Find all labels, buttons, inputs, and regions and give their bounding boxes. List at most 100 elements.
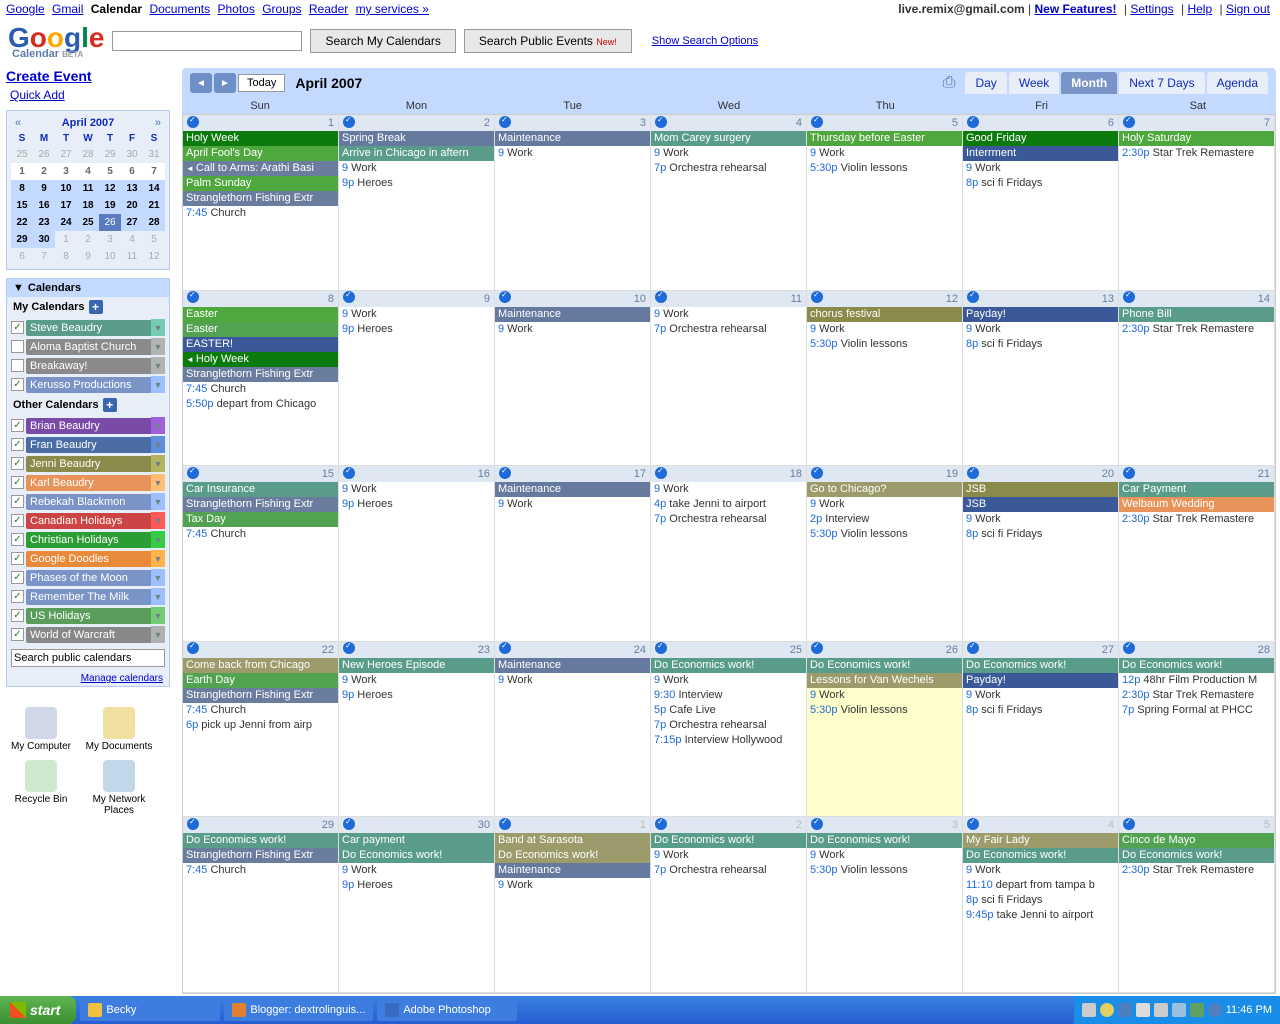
rtm-check-icon[interactable] (655, 467, 667, 479)
event[interactable]: 9 Work (807, 497, 962, 512)
event[interactable]: 5:30p Violin lessons (807, 161, 962, 176)
calendar-cell[interactable]: 4My Fair LadyDo Economics work!9 Work11:… (963, 817, 1119, 993)
event[interactable]: 7:45 Church (183, 206, 338, 221)
event[interactable]: 8p sci fi Fridays (963, 176, 1118, 191)
rtm-check-icon[interactable] (187, 116, 199, 128)
mini-cal-day[interactable]: 12 (99, 180, 121, 197)
event[interactable]: Phone Bill (1119, 307, 1274, 322)
calendar-checkbox[interactable]: ✓ (11, 571, 24, 584)
calendar-cell[interactable]: 27Do Economics work!Payday!9 Work8p sci … (963, 642, 1119, 818)
calendar-dropdown[interactable]: ▼ (151, 338, 165, 355)
event[interactable]: 5p Cafe Live (651, 703, 806, 718)
calendar-item[interactable]: ✓Rebekah Blackmon▼ (11, 493, 165, 510)
event[interactable]: 9 Work (963, 863, 1118, 878)
event[interactable]: Stranglethorn Fishing Extr (183, 367, 338, 382)
event[interactable]: 2:30p Star Trek Remastere (1119, 863, 1274, 878)
mini-cal-prev[interactable]: « (15, 117, 21, 129)
calendar-checkbox[interactable]: ✓ (11, 476, 24, 489)
event[interactable]: 9p Heroes (339, 878, 494, 893)
rtm-check-icon[interactable] (967, 291, 979, 303)
mini-cal-day[interactable]: 27 (121, 214, 143, 231)
nav-gmail[interactable]: Gmail (52, 2, 83, 16)
calendar-cell[interactable]: 25Do Economics work!9 Work9:30 Interview… (651, 642, 807, 818)
event[interactable]: Cinco de Mayo (1119, 833, 1274, 848)
tray-icon[interactable] (1136, 1003, 1150, 1017)
event[interactable]: JSB (963, 497, 1118, 512)
calendar-item[interactable]: ✓Brian Beaudry▼ (11, 417, 165, 434)
event[interactable]: Call to Arms: Arathi Basi (183, 161, 338, 176)
mini-cal-day[interactable]: 20 (121, 197, 143, 214)
mini-cal-day[interactable]: 25 (77, 214, 99, 231)
calendar-checkbox[interactable]: ✓ (11, 419, 24, 432)
event[interactable]: 9 Work (339, 161, 494, 176)
event[interactable]: 8p sci fi Fridays (963, 337, 1118, 352)
nav-calendar[interactable]: Calendar (91, 2, 142, 16)
event[interactable]: 8p sci fi Fridays (963, 527, 1118, 542)
event[interactable]: Do Economics work! (339, 848, 494, 863)
event[interactable]: Do Economics work! (807, 833, 962, 848)
event[interactable]: Holy Week (183, 352, 338, 367)
mini-cal-day[interactable]: 18 (77, 197, 99, 214)
rtm-check-icon[interactable] (811, 818, 823, 830)
mini-cal-day[interactable]: 7 (33, 248, 55, 265)
calendar-checkbox[interactable]: ✓ (11, 533, 24, 546)
search-input[interactable] (112, 31, 302, 51)
calendar-cell[interactable]: 3Do Economics work!9 Work5:30p Violin le… (807, 817, 963, 993)
create-event-link[interactable]: Create Event (6, 68, 172, 84)
calendar-checkbox[interactable]: ✓ (11, 457, 24, 470)
event[interactable]: Do Economics work! (807, 658, 962, 673)
rtm-check-icon[interactable] (967, 642, 979, 654)
event[interactable]: 5:30p Violin lessons (807, 337, 962, 352)
event[interactable]: Car Insurance (183, 482, 338, 497)
rtm-check-icon[interactable] (1123, 642, 1135, 654)
clock[interactable]: 11:46 PM (1226, 1004, 1272, 1016)
help-link[interactable]: Help (1187, 2, 1212, 16)
event[interactable]: 6p pick up Jenni from airp (183, 718, 338, 733)
event[interactable]: 9 Work (339, 673, 494, 688)
calendar-item[interactable]: ✓Jenni Beaudry▼ (11, 455, 165, 472)
calendar-cell[interactable]: 21Car PaymentWelbaum Wedding2:30p Star T… (1119, 466, 1275, 642)
event[interactable]: 5:30p Violin lessons (807, 863, 962, 878)
mini-cal-day[interactable]: 5 (143, 231, 165, 248)
taskbar-item[interactable]: Becky (80, 999, 220, 1021)
calendar-cell[interactable]: 7Holy Saturday2:30p Star Trek Remastere (1119, 115, 1275, 291)
event[interactable]: chorus festival (807, 307, 962, 322)
event[interactable]: 5:30p Violin lessons (807, 703, 962, 718)
mini-cal-day[interactable]: 11 (77, 180, 99, 197)
event[interactable]: Mom Carey surgery (651, 131, 806, 146)
calendar-dropdown[interactable]: ▼ (151, 319, 165, 336)
mini-cal-day[interactable]: 4 (121, 231, 143, 248)
calendar-cell[interactable]: 29Do Economics work!Stranglethorn Fishin… (183, 817, 339, 993)
calendar-checkbox[interactable]: ✓ (11, 495, 24, 508)
rtm-check-icon[interactable] (811, 467, 823, 479)
rtm-check-icon[interactable] (187, 291, 199, 303)
event[interactable]: Stranglethorn Fishing Extr (183, 848, 338, 863)
event[interactable]: 9 Work (651, 848, 806, 863)
event[interactable]: 8p sci fi Fridays (963, 893, 1118, 908)
rtm-check-icon[interactable] (1123, 291, 1135, 303)
event[interactable]: 9 Work (807, 322, 962, 337)
event[interactable]: 9 Work (495, 146, 650, 161)
view-tab-day[interactable]: Day (965, 72, 1006, 94)
nav-reader[interactable]: Reader (309, 2, 348, 16)
mini-cal-day[interactable]: 7 (143, 163, 165, 180)
event[interactable]: 12p 48hr Film Production M (1119, 673, 1274, 688)
rtm-check-icon[interactable] (1123, 818, 1135, 830)
calendar-dropdown[interactable]: ▼ (151, 569, 165, 586)
rtm-check-icon[interactable] (187, 467, 199, 479)
event[interactable]: Spring Break (339, 131, 494, 146)
view-tab-agenda[interactable]: Agenda (1207, 72, 1268, 94)
calendar-dropdown[interactable]: ▼ (151, 550, 165, 567)
calendar-checkbox[interactable]: ✓ (11, 590, 24, 603)
tray-icon[interactable] (1172, 1003, 1186, 1017)
calendar-dropdown[interactable]: ▼ (151, 531, 165, 548)
rtm-check-icon[interactable] (1123, 467, 1135, 479)
event[interactable]: 9 Work (339, 863, 494, 878)
rtm-check-icon[interactable] (187, 642, 199, 654)
event[interactable]: My Fair Lady (963, 833, 1118, 848)
rtm-check-icon[interactable] (343, 291, 355, 303)
event[interactable]: 2:30p Star Trek Remastere (1119, 512, 1274, 527)
event[interactable]: 4p take Jenni to airport (651, 497, 806, 512)
event[interactable]: Tax Day (183, 512, 338, 527)
event[interactable]: 9 Work (807, 688, 962, 703)
